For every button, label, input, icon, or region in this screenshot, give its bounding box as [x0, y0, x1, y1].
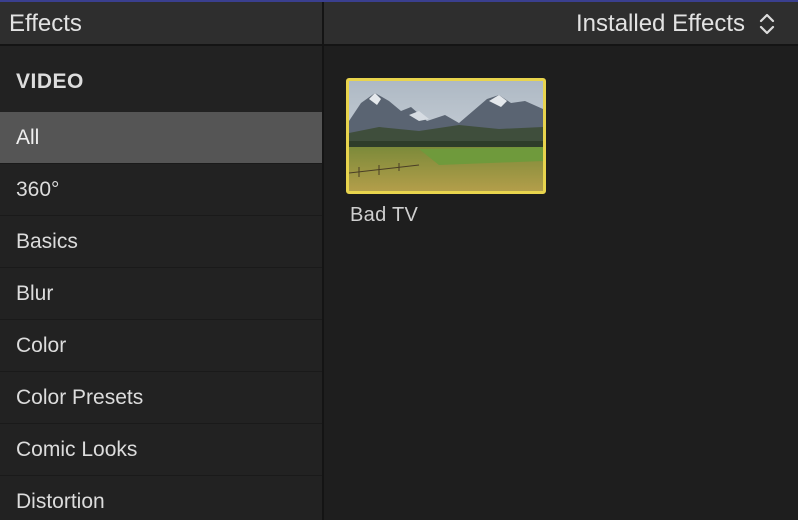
- sidebar-item-color[interactable]: Color: [0, 320, 322, 372]
- sidebar-item-label: 360°: [16, 177, 60, 201]
- effect-tile-bad-tv[interactable]: Bad TV: [346, 78, 546, 227]
- sidebar-item-label: All: [16, 125, 40, 149]
- sidebar-item-360[interactable]: 360°: [0, 164, 322, 216]
- sidebar-item-basics[interactable]: Basics: [0, 216, 322, 268]
- effect-name-label: Bad TV: [350, 204, 419, 226]
- sidebar-item-label: Comic Looks: [16, 437, 138, 461]
- sidebar-item-all[interactable]: All: [0, 112, 322, 164]
- effects-category-sidebar: VIDEO All 360° Basics Blur Color Color P…: [0, 46, 322, 520]
- effect-thumbnail-landscape: [346, 78, 546, 194]
- installed-effects-popup[interactable]: Installed Effects: [576, 9, 776, 39]
- panel-title: Effects: [9, 10, 82, 37]
- effects-browser-window: Effects Installed Effects VIDEO All 360°…: [0, 0, 798, 520]
- section-header-video: VIDEO: [16, 70, 84, 93]
- sidebar-item-label: Color Presets: [16, 385, 144, 409]
- sidebar-item-color-presets[interactable]: Color Presets: [0, 372, 322, 424]
- category-list: All 360° Basics Blur Color Color Presets…: [0, 112, 322, 520]
- sidebar-item-label: Blur: [16, 281, 54, 305]
- chevron-up-down-icon: [759, 13, 775, 35]
- sidebar-item-distortion[interactable]: Distortion: [0, 476, 322, 520]
- sidebar-item-label: Color: [16, 333, 67, 357]
- effects-grid: Bad TV: [324, 46, 798, 520]
- sidebar-item-blur[interactable]: Blur: [0, 268, 322, 320]
- sidebar-item-label: Distortion: [16, 489, 105, 513]
- sidebar-item-comic-looks[interactable]: Comic Looks: [0, 424, 322, 476]
- installed-effects-label: Installed Effects: [576, 10, 745, 37]
- effects-header: Effects Installed Effects: [0, 2, 798, 46]
- sidebar-item-label: Basics: [16, 229, 78, 253]
- header-divider: [322, 2, 324, 44]
